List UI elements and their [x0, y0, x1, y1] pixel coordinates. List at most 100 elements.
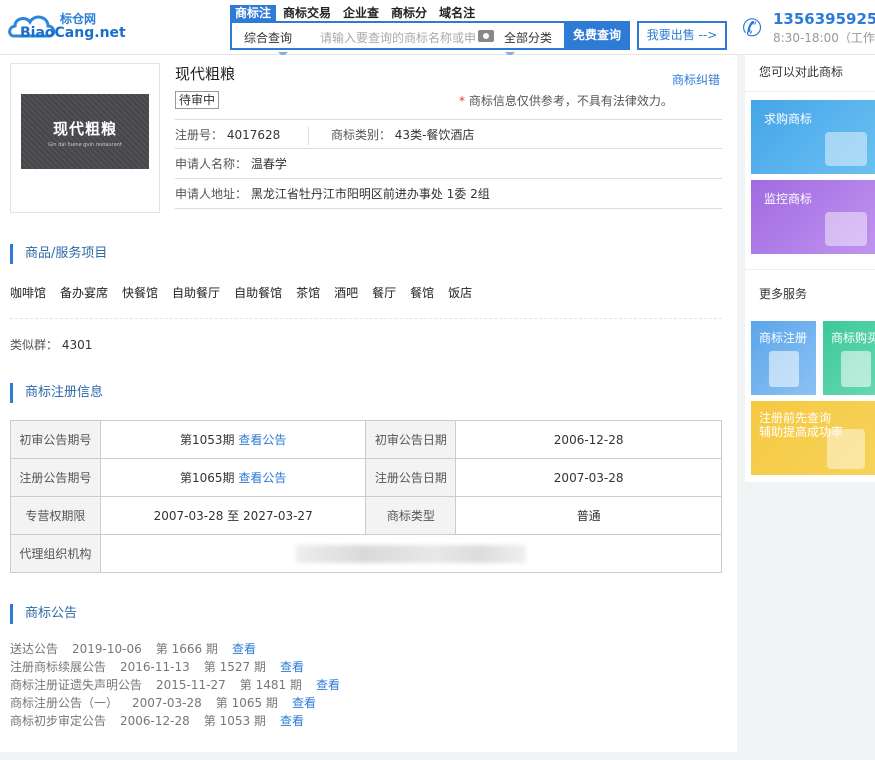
similar-group-value: 4301: [61, 338, 93, 352]
announcement-name: 商标初步审定公告: [10, 714, 107, 728]
more-services-title: 更多服务: [759, 287, 808, 301]
goods-item: 餐馆: [410, 286, 435, 300]
goods-item: 自助餐厅: [172, 286, 221, 300]
list-item: 送达公告 2019-10-06 第 1666 期查看: [10, 640, 354, 658]
announcement-list: 送达公告 2019-10-06 第 1666 期查看 注册商标续展公告 2016-11…: [10, 640, 354, 730]
search-type-select[interactable]: 综合查询: [244, 29, 292, 46]
trademark-image-art: 现代粗粮 Gin dai fuene guin restaurant: [21, 94, 149, 169]
announcement-date: 2015-11-27: [156, 678, 226, 692]
monitor-trademark-label: 监控商标: [764, 192, 813, 206]
table-label: 专营权期限: [10, 496, 101, 535]
trademark-image: 现代粗粮 Gin dai fuene guin restaurant: [10, 63, 160, 213]
buy-trademark-label: 求购商标: [764, 112, 813, 126]
table-row: 注册公告期号 第1065期 查看公告 注册公告日期 2007-03-28: [10, 458, 722, 497]
view-link[interactable]: 查看: [280, 714, 304, 728]
trademark-register-card[interactable]: 商标注册: [751, 321, 816, 395]
info-row-address: 申请人地址： 黑龙江省牡丹江市阳明区前进办事处 1委 2组: [175, 179, 722, 209]
tab-trademark-register[interactable]: 商标注: [230, 5, 277, 21]
announcement-date: 2006-12-28: [120, 714, 190, 728]
announcement-issue: 第 1481 期: [239, 678, 302, 692]
class-label: 商标类别：: [330, 128, 391, 142]
similar-group-label: 类似群：: [10, 338, 59, 352]
trademark-correct-link[interactable]: 商标纠错: [672, 71, 720, 88]
address-label: 申请人地址：: [175, 187, 248, 201]
free-search-button[interactable]: 免费查询: [564, 21, 630, 50]
info-row-reg: 注册号： 4017628 商标类别： 43类-餐饮酒店: [175, 119, 722, 149]
credit-card-icon: [825, 132, 867, 166]
required-star: *: [459, 94, 465, 108]
table-label: 初审公告日期: [365, 420, 457, 459]
view-announcement-link[interactable]: 查看公告: [238, 433, 286, 447]
applicant-label: 申请人名称：: [175, 157, 248, 171]
divider: [745, 269, 875, 270]
sidebar: 您可以对此商标 求购商标 监控商标 更多服务 商标注册 商标购买 注册前先查询 …: [745, 55, 875, 482]
announcement-issue: 第 1065 期: [215, 696, 278, 710]
view-link[interactable]: 查看: [292, 696, 316, 710]
header: 标仓网 BiaoCang.net 商标注 商标交易 企业查 商标分 域名注 综合…: [0, 0, 875, 57]
table-value: 2007-03-28 至 2027-03-27: [99, 496, 367, 535]
category-select[interactable]: 全部分类: [504, 29, 552, 46]
pre-register-search-card[interactable]: 注册前先查询 辅助提高成功率: [751, 401, 875, 475]
view-link[interactable]: 查看: [280, 660, 304, 674]
tab-company-search[interactable]: 企业查: [338, 5, 384, 21]
table-label: 初审公告期号: [10, 420, 101, 459]
list-item: 注册商标续展公告 2016-11-13 第 1527 期查看: [10, 658, 354, 676]
contact-phone: 13563959252: [773, 10, 875, 28]
sell-trademark-button[interactable]: 我要出售 -->: [637, 21, 727, 50]
table-row: 专营权期限 2007-03-28 至 2027-03-27 商标类型 普通: [10, 496, 722, 535]
address-value: 黑龙江省牡丹江市阳明区前进办事处 1委 2组: [250, 187, 490, 201]
announcement-name: 送达公告: [10, 642, 59, 656]
tab-trademark-class[interactable]: 商标分: [386, 5, 432, 21]
goods-item: 饭店: [448, 286, 473, 300]
shop-icon: [825, 212, 867, 246]
table-label: 注册公告日期: [365, 458, 457, 497]
table-label: 商标类型: [365, 496, 457, 535]
table-cell: 第1065期 查看公告: [99, 458, 367, 497]
view-link[interactable]: 查看: [316, 678, 340, 692]
pre-register-line1: 注册前先查询: [759, 411, 832, 425]
goods-item: 餐厅: [372, 286, 397, 300]
table-row: 代理组织机构: [10, 534, 723, 573]
tab-trademark-trade[interactable]: 商标交易: [278, 5, 336, 21]
section-title-registration: 商标注册信息: [10, 383, 103, 403]
announcement-issue: 第 1053 期: [203, 714, 266, 728]
reg-no-label: 注册号：: [175, 128, 224, 142]
camera-icon[interactable]: [478, 30, 494, 42]
divider: [745, 91, 875, 92]
announcement-name: 商标注册公告（一）: [10, 696, 119, 710]
view-link[interactable]: 查看: [232, 642, 256, 656]
view-announcement-link[interactable]: 查看公告: [238, 471, 286, 485]
search-input[interactable]: 请输入要查询的商标名称或申: [320, 29, 475, 46]
blurred-text: [295, 544, 526, 563]
announcement-issue: 第 1666 期: [155, 642, 218, 656]
phone-icon: ✆: [742, 14, 763, 42]
similar-group: 类似群： 4301: [10, 336, 92, 353]
person-icon: [827, 429, 865, 469]
table-value: 2007-03-28: [455, 458, 722, 497]
buy-trademark-card[interactable]: 求购商标: [751, 100, 875, 174]
trademark-buy-card[interactable]: 商标购买: [823, 321, 875, 395]
table-label: 代理组织机构: [10, 534, 101, 573]
trademark-buy-label: 商标购买: [831, 331, 875, 345]
tab-domain-register[interactable]: 域名注: [434, 5, 480, 21]
monitor-trademark-card[interactable]: 监控商标: [751, 180, 875, 254]
trademark-register-label: 商标注册: [759, 331, 808, 345]
sidebar-compare-title: 您可以对此商标: [759, 65, 844, 79]
site-logo[interactable]: 标仓网 BiaoCang.net: [6, 8, 126, 44]
registered-document-icon: [769, 351, 799, 387]
announcement-date: 2007-03-28: [132, 696, 202, 710]
table-value: 2006-12-28: [455, 420, 722, 459]
table-value: 第1065期: [179, 471, 235, 485]
table-label: 注册公告期号: [10, 458, 101, 497]
table-value: 第1053期: [179, 433, 235, 447]
class-value: 43类-餐饮酒店: [394, 128, 475, 142]
section-title-announcements: 商标公告: [10, 604, 77, 624]
search-nav-tabs: 商标注 商标交易 企业查 商标分 域名注: [230, 5, 480, 21]
search-box: 综合查询 请输入要查询的商标名称或申 全部分类 免费查询: [230, 21, 630, 50]
goods-item: 酒吧: [334, 286, 359, 300]
info-row-applicant: 申请人名称： 温春学: [175, 149, 722, 179]
table-value: 普通: [455, 496, 722, 535]
list-item: 商标注册证遗失声明公告 2015-11-27 第 1481 期查看: [10, 676, 354, 694]
registration-table: 初审公告期号 第1053期 查看公告 初审公告日期 2006-12-28 注册公…: [10, 420, 723, 573]
goods-item: 备办宴席: [60, 286, 109, 300]
